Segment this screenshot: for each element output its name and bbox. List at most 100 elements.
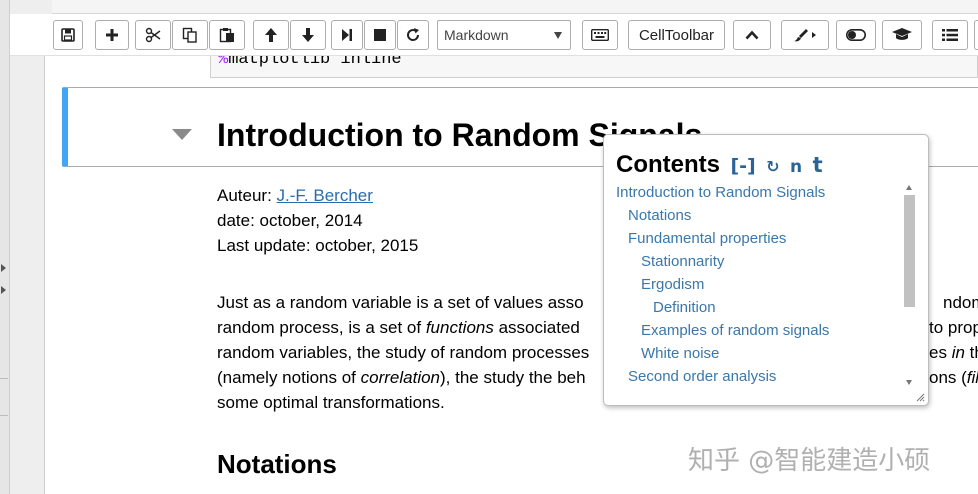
para-text: (namely notions of [217,368,361,387]
para-text: ), the study the beh [440,368,586,387]
collapse-heading-icon[interactable] [172,129,192,140]
floppy-icon [61,28,75,42]
para-text: ndom s [943,293,978,312]
code-cell[interactable]: %matplotlib inline [210,56,978,78]
toc-scrollbar[interactable] [903,181,916,389]
toc-title: Contents [616,151,720,178]
paragraph-line: Just as a random variable is a set of va… [217,290,978,315]
author-label: Auteur: [217,186,277,205]
celltoolbar-label: CellToolbar [638,26,715,44]
scroll-up-icon[interactable] [906,185,912,190]
para-text: associated [493,318,580,337]
para-text: Just as a random variable is a set of va… [217,293,584,312]
author-link[interactable]: J.-F. Bercher [277,186,373,205]
keyboard-icon [591,29,609,41]
chevron-down-icon [554,32,562,39]
para-emphasis: correlation [360,368,441,387]
cell-type-value: Markdown [444,27,509,43]
paragraph-line: (namely notions of correlation), the stu… [217,365,978,390]
toc-panel[interactable]: Contents [-] ↻ n t Introduction to Rando… [603,134,929,406]
more-tools-button[interactable] [974,20,978,50]
graduation-cap-icon [892,28,912,40]
scissors-icon [145,27,161,43]
expand-arrow-icon[interactable] [1,286,6,294]
toc-item[interactable]: Ergodism [641,276,704,293]
stop-icon [374,29,386,41]
notebook-toolbar: Markdown CellToolbar [10,14,978,56]
resize-handle-icon[interactable] [916,393,925,402]
para-emphasis: in [951,343,965,362]
para-text: random process, is a set of [217,318,426,337]
gutter-divider [0,378,8,379]
toc-item[interactable]: Introduction to Random Signals [616,184,825,201]
para-text: some optimal transformations. [217,393,445,412]
para-text: th [969,343,978,362]
arrow-down-icon [302,28,314,42]
expand-arrow-icon[interactable] [1,264,6,272]
table-of-contents-button[interactable] [932,20,968,50]
menu-strip [52,0,978,14]
toc-item[interactable]: Stationnarity [641,253,724,270]
para-text: ons ( [929,368,967,387]
paintbrush-icon [794,29,816,42]
chevron-up-icon [745,30,759,40]
toc-item[interactable]: Definition [653,299,716,316]
refresh-icon [407,28,420,41]
toc-item[interactable]: Second order analysis [628,368,776,385]
gutter-divider [0,415,8,416]
toc-item[interactable]: Fundamental properties [628,230,786,247]
move-down-button[interactable] [290,20,326,50]
date-line: date: october, 2014 [217,211,363,230]
author-line: Auteur: J.-F. Bercher [217,186,373,206]
toc-item[interactable]: Notations [628,207,691,224]
paragraph-line: some optimal transformations. [217,390,445,415]
para-text: es [929,343,952,362]
paragraph-line: random variables, the study of random pr… [217,340,978,365]
code-text: matplotlib inline [228,56,402,69]
update-line: Last update: october, 2015 [217,236,419,255]
left-gutter [0,0,10,494]
toc-header: Contents [-] ↻ n t [616,151,823,179]
step-forward-icon [342,29,352,41]
copy-button[interactable] [172,20,208,50]
list-icon [942,29,958,41]
paste-button[interactable] [209,20,245,50]
toc-collapse-button[interactable]: [-] [730,155,755,177]
restart-kernel-button[interactable] [397,20,429,50]
move-up-button[interactable] [253,20,289,50]
toc-refresh-icon[interactable]: ↻ [766,157,779,176]
para-tail: ons (fil [929,365,978,390]
para-tail: es in th [929,340,978,365]
para-emphasis: functions [425,318,494,337]
toggle-icon [846,29,866,41]
toc-item[interactable]: Examples of random signals [641,322,829,339]
interrupt-kernel-button[interactable] [364,20,396,50]
toggle-button[interactable] [836,20,876,50]
cut-button[interactable] [135,20,171,50]
paste-icon [219,28,234,43]
watermark-text: 知乎 @智能建造小硕 [688,446,931,476]
presentation-button[interactable] [882,20,922,50]
para-text: to prop [929,318,978,337]
copy-icon [182,27,197,43]
command-palette-button[interactable] [582,20,618,50]
celltoolbar-button[interactable]: CellToolbar [628,20,725,50]
code-magic-symbol: % [218,56,229,69]
scroll-down-icon[interactable] [906,380,912,385]
scrollbar-thumb[interactable] [904,195,915,307]
cell-type-select[interactable]: Markdown [437,20,571,50]
insert-cell-button[interactable] [95,20,129,50]
plus-icon [106,29,118,41]
toc-toggle-button[interactable]: t [813,153,823,177]
run-cell-button[interactable] [331,20,363,50]
para-emphasis: fil [966,368,978,387]
collapse-toolbar-button[interactable] [733,20,771,50]
notations-heading: Notations [217,449,337,479]
arrow-up-icon [265,28,277,42]
para-text: random variables, the study of random pr… [217,343,590,362]
toc-number-button[interactable]: n [790,157,802,177]
save-button[interactable] [53,20,83,50]
highlight-button[interactable] [781,20,829,50]
toc-item[interactable]: White noise [641,345,719,362]
paragraph-line: random process, is a set of functions as… [217,315,978,340]
